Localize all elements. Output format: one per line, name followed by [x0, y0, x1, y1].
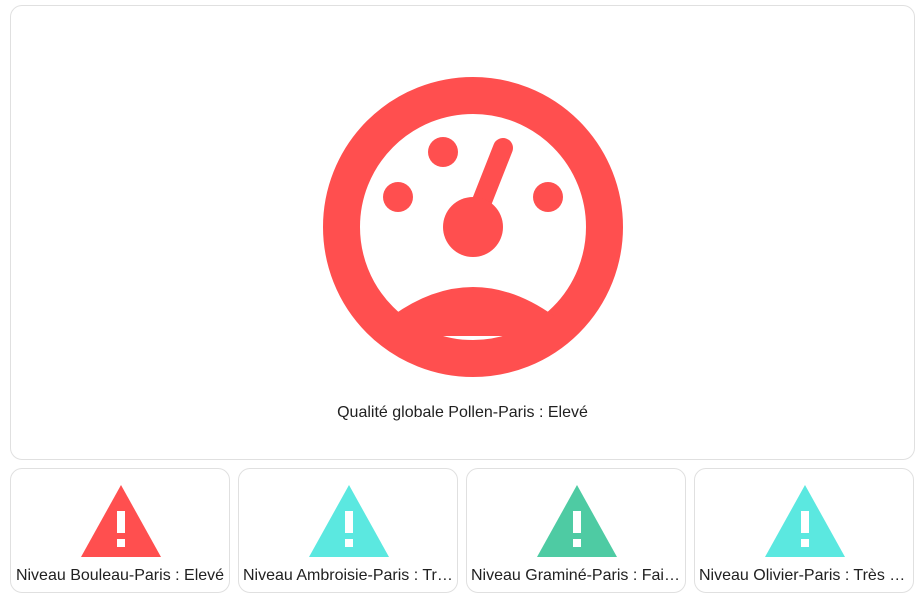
gauge-icon	[323, 77, 623, 377]
alert-icon	[81, 485, 161, 557]
alert-icon	[765, 485, 845, 557]
global-pollen-card[interactable]: Qualité globale Pollen-Paris : Elevé	[10, 5, 915, 460]
gauge-bottom	[392, 287, 554, 336]
gauge-dot-left	[383, 182, 413, 212]
alert-icon	[309, 485, 389, 557]
gauge-dot-top	[428, 137, 458, 167]
alert-icon	[537, 485, 617, 557]
tile-bouleau[interactable]: Niveau Bouleau-Paris : Elevé	[10, 468, 230, 593]
tile-gramine[interactable]: Niveau Graminé-Paris : Faible	[466, 468, 686, 593]
tile-label: Niveau Graminé-Paris : Faible	[471, 567, 681, 584]
gauge-hub	[443, 197, 503, 257]
tile-label: Niveau Olivier-Paris : Très faible	[699, 567, 909, 584]
global-pollen-label: Qualité globale Pollen-Paris : Elevé	[337, 404, 588, 421]
tile-label: Niveau Bouleau-Paris : Elevé	[15, 567, 225, 584]
tile-label: Niveau Ambroisie-Paris : Très faible	[243, 567, 453, 584]
gauge-dot-right	[533, 182, 563, 212]
tile-olivier[interactable]: Niveau Olivier-Paris : Très faible	[694, 468, 914, 593]
tile-ambroisie[interactable]: Niveau Ambroisie-Paris : Très faible	[238, 468, 458, 593]
